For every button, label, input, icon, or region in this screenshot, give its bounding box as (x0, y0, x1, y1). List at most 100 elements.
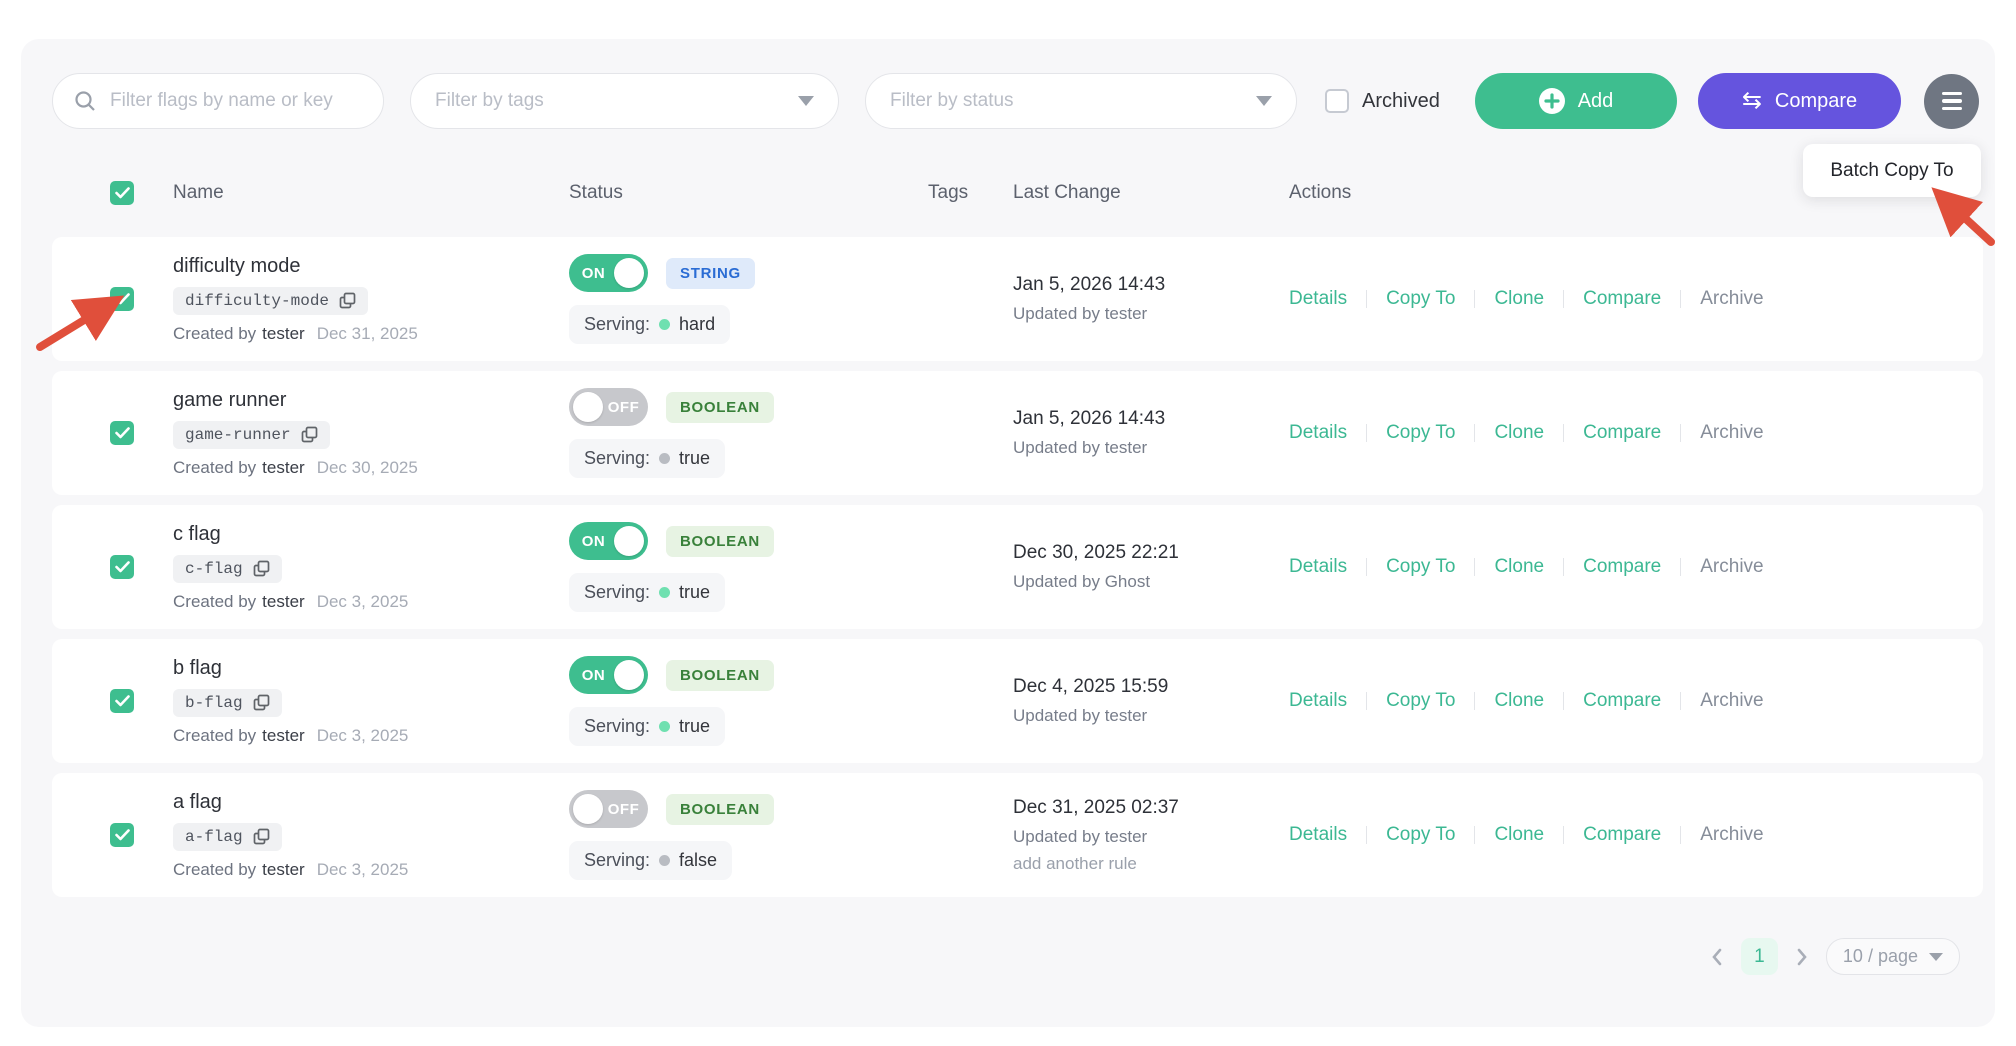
last-change-date: Dec 31, 2025 02:37 (1013, 796, 1179, 818)
flag-row: difficulty mode difficulty-mode Created … (52, 237, 1983, 361)
action-divider (1563, 558, 1565, 576)
row-action-copy-to[interactable]: Copy To (1386, 288, 1455, 310)
pagination: 1 10 / page (1710, 938, 1960, 975)
row-checkbox[interactable] (110, 287, 134, 311)
action-divider (1474, 424, 1476, 442)
flag-toggle[interactable]: ON (569, 522, 648, 560)
row-checkbox[interactable] (110, 421, 134, 445)
page-number-1[interactable]: 1 (1740, 938, 1778, 975)
row-action-clone[interactable]: Clone (1494, 690, 1544, 712)
row-action-details[interactable]: Details (1289, 556, 1347, 578)
flag-row: b flag b-flag Created by tester Dec 3, 2… (52, 639, 1983, 763)
serving-label: Serving: (584, 448, 651, 468)
prev-page-button[interactable] (1710, 948, 1724, 966)
row-action-compare[interactable]: Compare (1583, 288, 1661, 310)
copy-icon[interactable] (339, 292, 356, 309)
creator-name: tester (262, 725, 305, 745)
row-action-copy-to[interactable]: Copy To (1386, 422, 1455, 444)
row-action-compare[interactable]: Compare (1583, 690, 1661, 712)
toggle-knob (614, 660, 644, 690)
serving-label: Serving: (584, 716, 651, 736)
row-action-archive[interactable]: Archive (1700, 556, 1763, 578)
flag-key: c-flag (185, 559, 243, 578)
page-size-select[interactable]: 10 / page (1825, 938, 1960, 975)
serving-dot (659, 587, 671, 598)
search-icon (75, 91, 95, 111)
type-badge: STRING (666, 257, 755, 289)
select-all-checkbox[interactable] (110, 181, 134, 205)
next-page-button[interactable] (1795, 948, 1809, 966)
flag-toggle[interactable]: OFF (569, 790, 648, 828)
status-filter-select[interactable]: Filter by status (865, 73, 1297, 129)
chevron-down-icon (1256, 96, 1272, 106)
swap-arrows-icon: ⇆ (1741, 87, 1762, 114)
toggle-state-label: ON (581, 666, 606, 684)
row-action-details[interactable]: Details (1289, 690, 1347, 712)
row-action-details[interactable]: Details (1289, 422, 1347, 444)
updated-by-label: Updated by (1013, 826, 1100, 846)
copy-icon[interactable] (253, 828, 270, 845)
creator-name: tester (262, 323, 305, 343)
row-action-details[interactable]: Details (1289, 288, 1347, 310)
row-action-compare[interactable]: Compare (1583, 824, 1661, 846)
action-divider (1366, 558, 1368, 576)
copy-icon[interactable] (253, 560, 270, 577)
serving-label: Serving: (584, 582, 651, 602)
flag-key-chip[interactable]: game-runner (173, 420, 330, 449)
created-date: Dec 31, 2025 (316, 323, 418, 343)
tags-filter-select[interactable]: Filter by tags (410, 73, 839, 129)
serving-chip: Serving: true (569, 707, 726, 746)
compare-button[interactable]: ⇆ Compare (1698, 73, 1901, 129)
search-input[interactable] (110, 90, 363, 112)
batch-copy-to-menu-item[interactable]: Batch Copy To (1803, 144, 1981, 197)
row-action-copy-to[interactable]: Copy To (1386, 556, 1455, 578)
row-action-archive[interactable]: Archive (1700, 288, 1763, 310)
flag-row: c flag c-flag Created by tester Dec 3, 2… (52, 505, 1983, 629)
archived-checkbox[interactable] (1325, 89, 1349, 113)
flag-toggle[interactable]: OFF (569, 388, 648, 426)
row-action-copy-to[interactable]: Copy To (1386, 690, 1455, 712)
menu-button[interactable] (1924, 73, 1979, 129)
flag-key-chip[interactable]: c-flag (173, 554, 282, 583)
serving-value: true (679, 582, 711, 602)
row-action-compare[interactable]: Compare (1583, 556, 1661, 578)
add-button[interactable]: Add (1475, 73, 1677, 129)
copy-icon[interactable] (253, 694, 270, 711)
row-checkbox[interactable] (110, 823, 134, 847)
flag-key: b-flag (185, 693, 243, 712)
flag-row: game runner game-runner Created by teste… (52, 371, 1983, 495)
row-checkbox[interactable] (110, 555, 134, 579)
row-action-compare[interactable]: Compare (1583, 422, 1661, 444)
flag-key-chip[interactable]: difficulty-mode (173, 286, 369, 315)
action-divider (1563, 290, 1565, 308)
updated-by-label: Updated by (1013, 438, 1100, 457)
action-divider (1563, 692, 1565, 710)
header-name: Name (173, 182, 224, 203)
row-checkbox[interactable] (110, 689, 134, 713)
flag-key-chip[interactable]: a-flag (173, 822, 282, 851)
row-action-clone[interactable]: Clone (1494, 288, 1544, 310)
row-action-clone[interactable]: Clone (1494, 422, 1544, 444)
action-divider (1366, 692, 1368, 710)
row-action-archive[interactable]: Archive (1700, 690, 1763, 712)
creator-name: tester (262, 591, 305, 611)
action-divider (1680, 424, 1682, 442)
pending-change-note: add another rule (1013, 853, 1137, 873)
row-action-clone[interactable]: Clone (1494, 556, 1544, 578)
last-change-date: Jan 5, 2026 14:43 (1013, 274, 1166, 295)
row-action-copy-to[interactable]: Copy To (1386, 824, 1455, 846)
row-action-archive[interactable]: Archive (1700, 422, 1763, 444)
row-action-archive[interactable]: Archive (1700, 824, 1763, 846)
toggle-knob (573, 794, 603, 824)
copy-icon[interactable] (301, 426, 318, 443)
row-action-details[interactable]: Details (1289, 824, 1347, 846)
flag-toggle[interactable]: ON (569, 656, 648, 694)
flag-key-chip[interactable]: b-flag (173, 688, 282, 717)
archived-filter[interactable]: Archived (1325, 89, 1440, 113)
toggle-knob (573, 392, 603, 422)
serving-chip: Serving: hard (569, 305, 731, 344)
action-divider (1563, 424, 1565, 442)
row-action-clone[interactable]: Clone (1494, 824, 1544, 846)
created-by-label: Created by (173, 725, 257, 745)
flag-toggle[interactable]: ON (569, 254, 648, 292)
